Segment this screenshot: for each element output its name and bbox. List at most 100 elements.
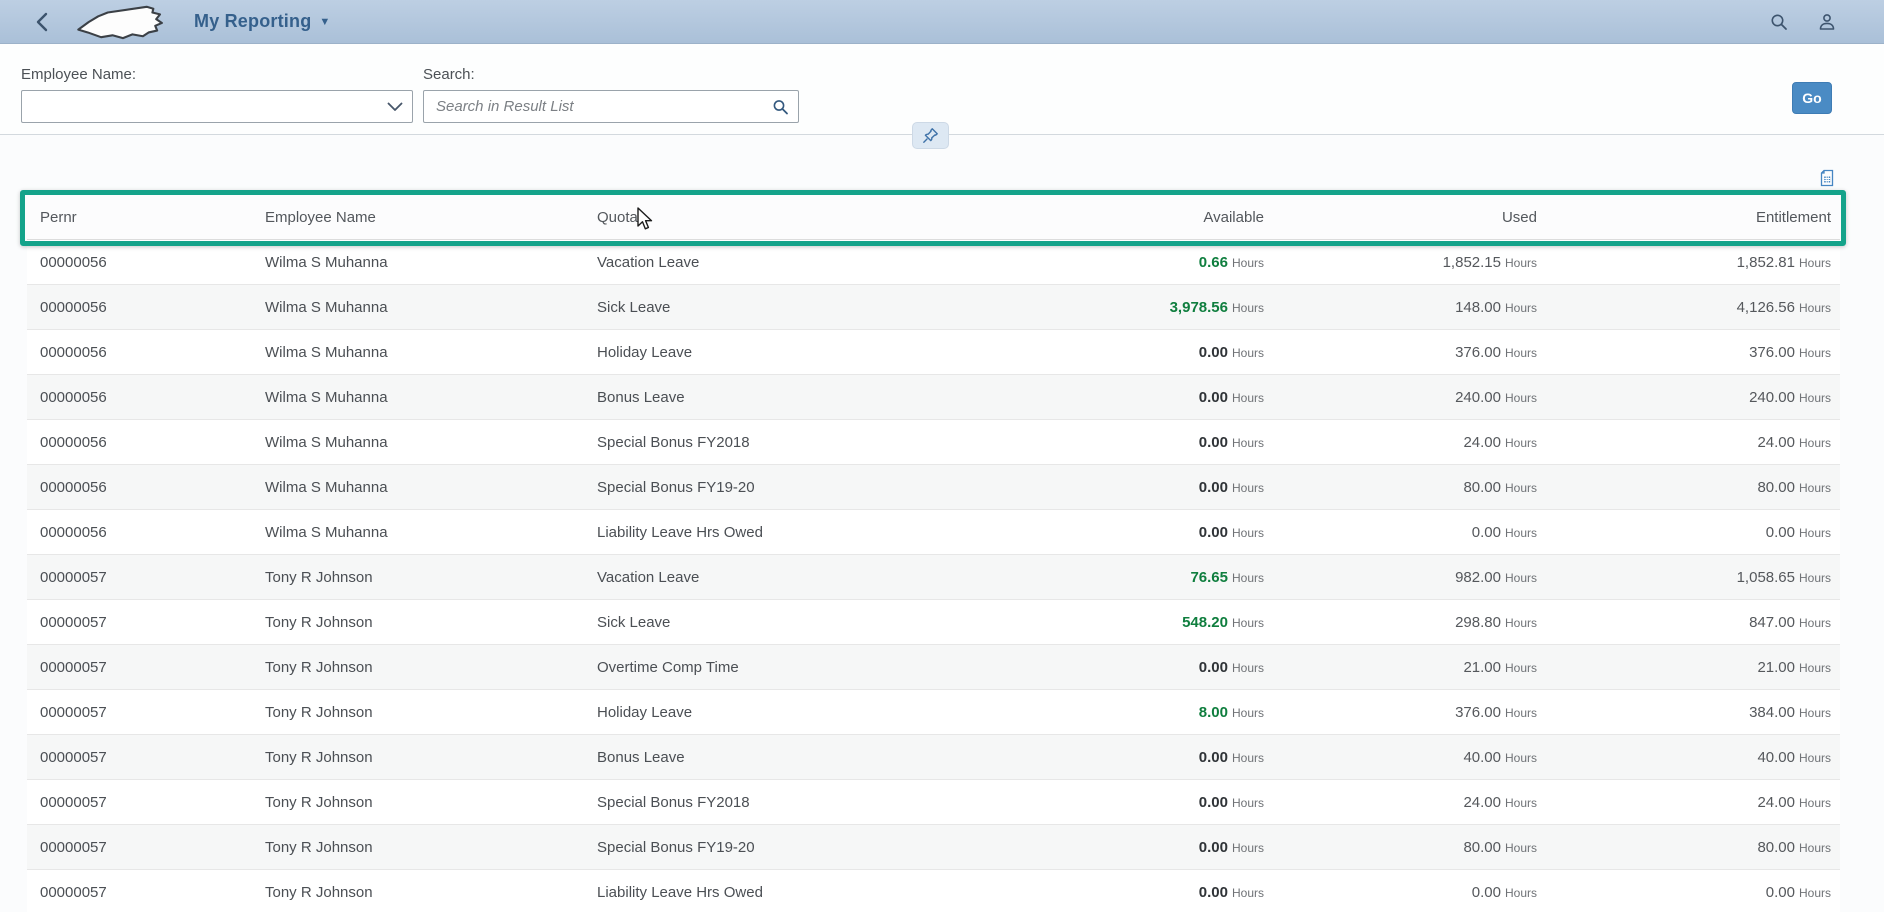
- column-header-employee[interactable]: Employee Name: [252, 209, 584, 226]
- hours-unit: Hours: [1799, 436, 1831, 450]
- cell-quota: Bonus Leave: [584, 389, 1014, 406]
- table-row[interactable]: 00000056 Wilma S Muhanna Bonus Leave 0.0…: [27, 375, 1840, 420]
- pin-filter-bar-button[interactable]: [912, 122, 949, 149]
- cell-available: 0.66Hours: [1014, 254, 1273, 271]
- used-value: 80.00: [1463, 839, 1501, 856]
- cell-used: 1,852.15Hours: [1273, 254, 1546, 271]
- table-row[interactable]: 00000057 Tony R Johnson Vacation Leave 7…: [27, 555, 1840, 600]
- cell-quota: Holiday Leave: [584, 344, 1014, 361]
- user-icon: [1817, 12, 1837, 32]
- table-row[interactable]: 00000057 Tony R Johnson Special Bonus FY…: [27, 780, 1840, 825]
- cell-entitlement: 21.00Hours: [1546, 659, 1840, 676]
- table-row[interactable]: 00000057 Tony R Johnson Special Bonus FY…: [27, 825, 1840, 870]
- hours-unit: Hours: [1799, 301, 1831, 315]
- back-button[interactable]: [28, 8, 56, 36]
- page-title: My Reporting: [194, 11, 311, 32]
- cell-entitlement: 376.00Hours: [1546, 344, 1840, 361]
- table-row[interactable]: 00000056 Wilma S Muhanna Vacation Leave …: [27, 240, 1840, 285]
- available-value: 0.00: [1199, 344, 1228, 361]
- entitlement-value: 24.00: [1757, 434, 1795, 451]
- used-value: 21.00: [1463, 659, 1501, 676]
- chevron-left-icon: [35, 12, 49, 32]
- hours-unit: Hours: [1799, 616, 1831, 630]
- cell-pernr: 00000056: [27, 344, 252, 361]
- cell-used: 21.00Hours: [1273, 659, 1546, 676]
- cell-used: 24.00Hours: [1273, 434, 1546, 451]
- search-submit-button[interactable]: [772, 98, 789, 115]
- cell-employee-name: Tony R Johnson: [252, 749, 584, 766]
- hours-unit: Hours: [1799, 391, 1831, 405]
- available-value: 0.00: [1199, 884, 1228, 901]
- available-value: 3,978.56: [1170, 299, 1228, 316]
- shell-user-button[interactable]: [1810, 5, 1844, 39]
- table-row[interactable]: 00000057 Tony R Johnson Sick Leave 548.2…: [27, 600, 1840, 645]
- export-spreadsheet-icon: [1816, 167, 1838, 189]
- cell-pernr: 00000056: [27, 254, 252, 271]
- table-row[interactable]: 00000056 Wilma S Muhanna Special Bonus F…: [27, 465, 1840, 510]
- table-row[interactable]: 00000056 Wilma S Muhanna Special Bonus F…: [27, 420, 1840, 465]
- column-header-entitlement[interactable]: Entitlement: [1546, 209, 1840, 226]
- cell-employee-name: Tony R Johnson: [252, 704, 584, 721]
- go-button[interactable]: Go: [1792, 82, 1832, 114]
- hours-unit: Hours: [1232, 616, 1264, 630]
- used-value: 148.00: [1455, 299, 1501, 316]
- result-search-input[interactable]: [424, 91, 798, 122]
- available-value: 0.00: [1199, 434, 1228, 451]
- cell-available: 0.00Hours: [1014, 749, 1273, 766]
- hours-unit: Hours: [1232, 436, 1264, 450]
- cell-entitlement: 384.00Hours: [1546, 704, 1840, 721]
- cell-employee-name: Tony R Johnson: [252, 884, 584, 901]
- column-header-available[interactable]: Available: [1014, 209, 1273, 226]
- entitlement-value: 847.00: [1749, 614, 1795, 631]
- cell-used: 298.80Hours: [1273, 614, 1546, 631]
- hours-unit: Hours: [1505, 346, 1537, 360]
- entitlement-value: 1,852.81: [1737, 254, 1795, 271]
- table-row[interactable]: 00000057 Tony R Johnson Overtime Comp Ti…: [27, 645, 1840, 690]
- employee-name-label: Employee Name:: [21, 66, 413, 83]
- hours-unit: Hours: [1799, 751, 1831, 765]
- employee-name-input[interactable]: [22, 91, 412, 122]
- available-value: 0.00: [1199, 524, 1228, 541]
- result-search-box[interactable]: [423, 90, 799, 123]
- cell-entitlement: 80.00Hours: [1546, 839, 1840, 856]
- cell-employee-name: Wilma S Muhanna: [252, 299, 584, 316]
- cell-available: 0.00Hours: [1014, 524, 1273, 541]
- cell-used: 982.00Hours: [1273, 569, 1546, 586]
- cell-entitlement: 0.00Hours: [1546, 884, 1840, 901]
- available-value: 0.00: [1199, 794, 1228, 811]
- table-row[interactable]: 00000056 Wilma S Muhanna Holiday Leave 0…: [27, 330, 1840, 375]
- cell-pernr: 00000056: [27, 524, 252, 541]
- table-row[interactable]: 00000057 Tony R Johnson Bonus Leave 0.00…: [27, 735, 1840, 780]
- table-row[interactable]: 00000057 Tony R Johnson Holiday Leave 8.…: [27, 690, 1840, 735]
- search-field: Search:: [423, 66, 799, 123]
- cell-available: 0.00Hours: [1014, 479, 1273, 496]
- hours-unit: Hours: [1505, 571, 1537, 585]
- hours-unit: Hours: [1505, 751, 1537, 765]
- column-header-pernr[interactable]: Pernr: [27, 209, 252, 226]
- combobox-arrow-button[interactable]: [387, 102, 403, 111]
- cell-employee-name: Wilma S Muhanna: [252, 434, 584, 451]
- cell-employee-name: Tony R Johnson: [252, 794, 584, 811]
- hours-unit: Hours: [1232, 841, 1264, 855]
- column-header-used[interactable]: Used: [1273, 209, 1546, 226]
- app-title-menu[interactable]: My Reporting ▼: [194, 11, 330, 32]
- hours-unit: Hours: [1232, 796, 1264, 810]
- cell-pernr: 00000057: [27, 794, 252, 811]
- column-header-quota[interactable]: Quota: [584, 209, 1014, 226]
- cell-available: 0.00 Hours: [1014, 794, 1273, 811]
- shell-search-button[interactable]: [1762, 5, 1796, 39]
- hours-unit: Hours: [1232, 706, 1264, 720]
- employee-name-combobox[interactable]: [21, 90, 413, 123]
- hours-unit: Hours: [1799, 346, 1831, 360]
- cell-used: 376.00Hours: [1273, 704, 1546, 721]
- table-row[interactable]: 00000057 Tony R Johnson Liability Leave …: [27, 870, 1840, 912]
- table-row[interactable]: 00000056 Wilma S Muhanna Sick Leave 3,97…: [27, 285, 1840, 330]
- hours-unit: Hours: [1505, 301, 1537, 315]
- cell-quota: Bonus Leave: [584, 749, 1014, 766]
- table-header-row[interactable]: Pernr Employee Name Quota Available Used…: [27, 196, 1840, 240]
- table-row[interactable]: 00000056 Wilma S Muhanna Liability Leave…: [27, 510, 1840, 555]
- entitlement-value: 21.00: [1757, 659, 1795, 676]
- cell-entitlement: 1,852.81Hours: [1546, 254, 1840, 271]
- export-spreadsheet-button[interactable]: [1814, 165, 1840, 191]
- used-value: 40.00: [1463, 749, 1501, 766]
